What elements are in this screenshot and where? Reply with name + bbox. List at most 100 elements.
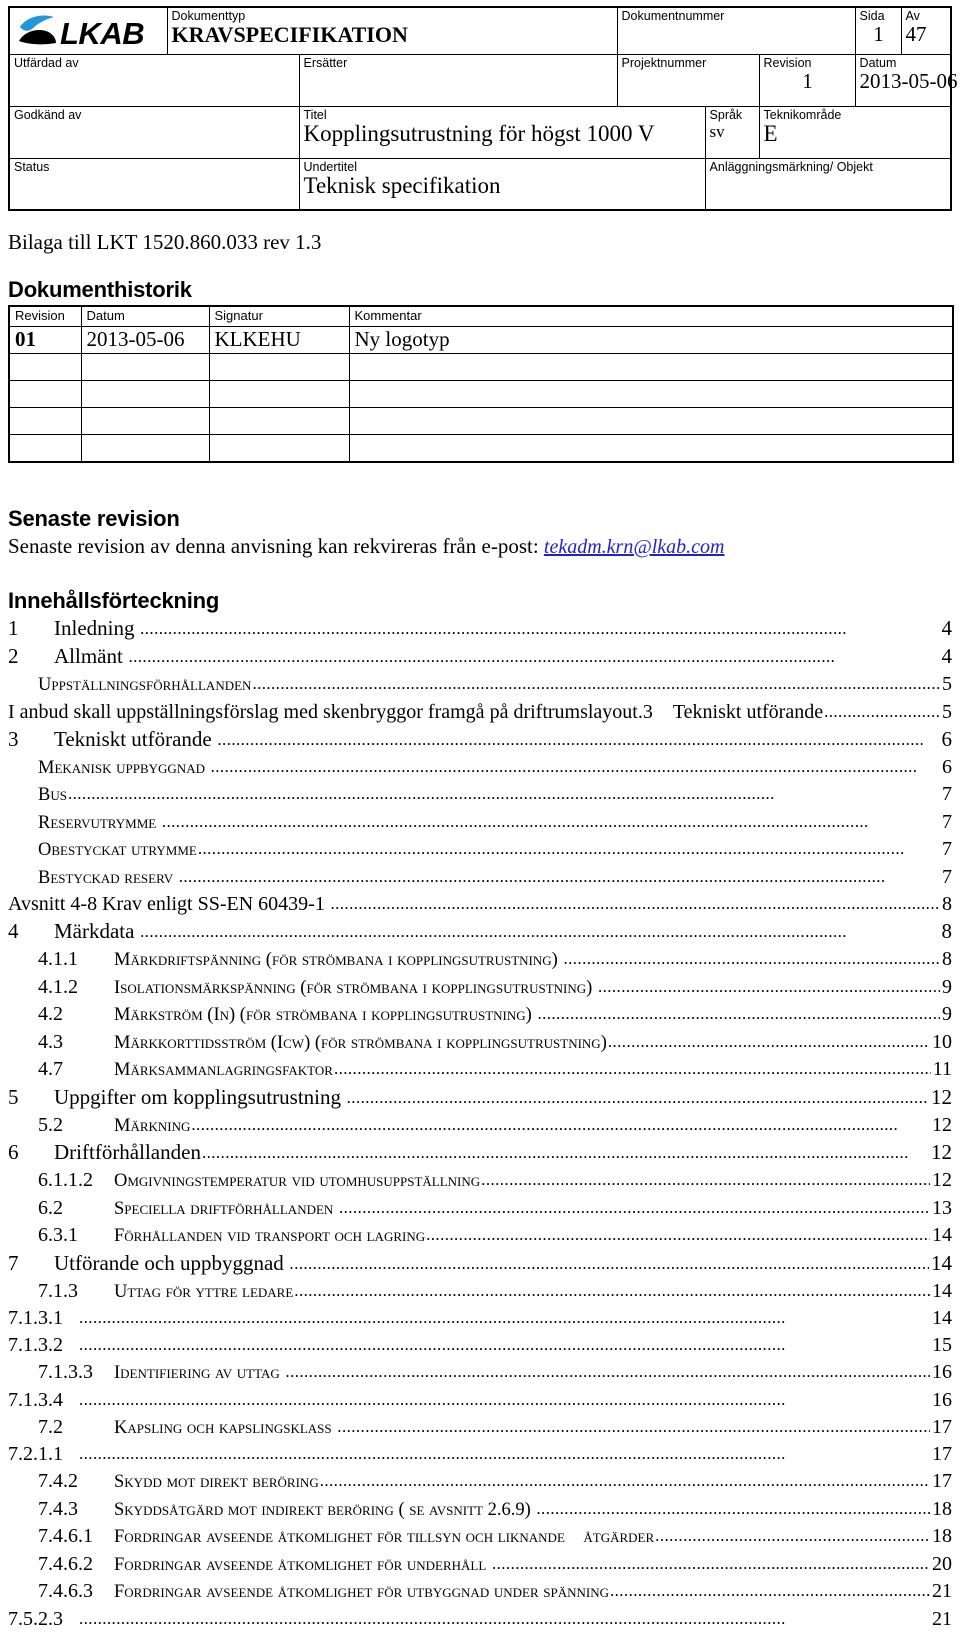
toc-entry[interactable]: Bus ....................................… bbox=[8, 781, 952, 809]
toc-leader: ........................................… bbox=[191, 1115, 899, 1133]
toc-entry[interactable]: 7.2 Kapsling och kapslingsklass ........… bbox=[8, 1413, 952, 1441]
toc-entry[interactable]: 7.4.6.3 Fordringar avseende åtkomlighet … bbox=[8, 1578, 952, 1606]
toc-leader: ........................................… bbox=[135, 923, 847, 941]
toc-entry[interactable]: Uppställningsförhållanden ..............… bbox=[8, 671, 952, 699]
toc-entry[interactable]: Mekanisk uppbyggnad ....................… bbox=[8, 753, 952, 781]
toc-entry[interactable]: 7.2.1.1 ................................… bbox=[8, 1441, 952, 1468]
toc-entry[interactable]: 3 Tekniskt utförande ...................… bbox=[8, 725, 952, 753]
toc-entry[interactable]: 4.7 Märksammanlagringsfaktor ...........… bbox=[8, 1056, 952, 1084]
col-header-signatur: Signatur bbox=[208, 305, 350, 328]
toc-entry[interactable]: 7.1.3.1 ................................… bbox=[8, 1305, 952, 1332]
toc-number: 7.1.3.2 bbox=[8, 1334, 63, 1357]
toc-page: 16 bbox=[932, 1388, 952, 1411]
toc-entry[interactable]: Bestyckad reserv .......................… bbox=[8, 863, 952, 891]
toc-title: Tekniskt utförande bbox=[54, 726, 212, 751]
toc-entry[interactable]: 4.1.2 Isolationsmärkspänning (för strömb… bbox=[8, 973, 952, 1001]
toc-page: 18 bbox=[932, 1497, 952, 1520]
toc-page: 14 bbox=[932, 1279, 952, 1302]
header-table: LKAB Dokumenttyp KRAVSPECIFIKATION Dokum… bbox=[8, 6, 958, 211]
toc-page: 21 bbox=[932, 1607, 952, 1630]
toc-number: 6.1.1.2 bbox=[38, 1169, 93, 1192]
toc-entry[interactable]: 7.1.3 Uttag för yttre ledare ...........… bbox=[8, 1277, 952, 1305]
toc-entry[interactable]: Reservutrymme ..........................… bbox=[8, 808, 952, 836]
cell-revision bbox=[8, 407, 82, 436]
toc-leader: ........................................… bbox=[338, 1198, 930, 1216]
cell-signatur bbox=[208, 380, 350, 409]
toc-entry[interactable]: 7.1.3.4 ................................… bbox=[8, 1386, 952, 1413]
toc-entry[interactable]: 7.5.2.3 ................................… bbox=[8, 1605, 952, 1632]
toc-title: Uttag för yttre ledare bbox=[114, 1281, 294, 1302]
toc-entry[interactable]: 6.3.1 Förhållanden vid transport och lag… bbox=[8, 1222, 952, 1250]
titel-cell: Titel Kopplingsutrustning för högst 1000… bbox=[298, 105, 706, 159]
svg-text:LKAB: LKAB bbox=[60, 16, 144, 51]
toc-entry[interactable]: 7.4.6.2 Fordringar avseende åtkomlighet … bbox=[8, 1550, 952, 1578]
toc-entry[interactable]: 4.3 Märkkorttidsström (Icw) (för strömba… bbox=[8, 1028, 952, 1056]
toc-number: 7.1.3 bbox=[38, 1279, 78, 1302]
toc-leader: ........................................… bbox=[212, 730, 925, 748]
teknikomrade-value: E bbox=[763, 120, 778, 146]
table-row bbox=[8, 407, 954, 436]
toc-leader: ........................................… bbox=[330, 895, 940, 913]
toc-page: 9 bbox=[942, 1003, 952, 1026]
toc-number: 5 bbox=[8, 1084, 19, 1109]
dokumenthistorik-table: Revision Datum Signatur Kommentar 01 201… bbox=[8, 305, 954, 463]
table-of-contents: 1 Inledning ............................… bbox=[8, 615, 952, 1632]
toc-entry[interactable]: 7.1.3.3 Identifiering av uttag .........… bbox=[8, 1359, 952, 1387]
toc-entry[interactable]: 7 Utförande och uppbyggnad .............… bbox=[8, 1249, 952, 1277]
toc-entry[interactable]: 6.2 Speciella driftförhållanden ........… bbox=[8, 1194, 952, 1222]
toc-number: 1 bbox=[8, 616, 19, 641]
email-link[interactable]: tekadm.krn@lkab.com bbox=[544, 536, 725, 558]
utfardad-cell: Utfärdad av bbox=[8, 53, 300, 107]
senaste-revision-heading: Senaste revision bbox=[8, 505, 180, 531]
sprak-value: sv bbox=[709, 121, 725, 141]
header-row-1: LKAB Dokumenttyp KRAVSPECIFIKATION Dokum… bbox=[8, 6, 952, 55]
toc-entry[interactable]: 1 Inledning ............................… bbox=[8, 615, 952, 643]
dokumenttyp-cell: Dokumenttyp KRAVSPECIFIKATION bbox=[166, 6, 618, 55]
toc-entry[interactable]: 7.4.6.1 Fordringar avseende åtkomlighet … bbox=[8, 1523, 952, 1551]
toc-page: 17 bbox=[932, 1443, 952, 1466]
cell-signatur: KLKEHU bbox=[208, 326, 350, 355]
toc-number: 6 bbox=[8, 1140, 19, 1165]
toc-leader: ........................................… bbox=[174, 867, 886, 885]
toc-entry[interactable]: Avsnitt 4-8 Krav enligt SS-EN 60439-1 ..… bbox=[8, 891, 952, 918]
toc-entry[interactable]: 5 Uppgifter om kopplingsutrustning .....… bbox=[8, 1083, 952, 1111]
toc-number: 4.1.1 bbox=[38, 948, 78, 971]
projektnummer-cell: Projektnummer bbox=[616, 53, 760, 107]
toc-entry[interactable]: 6.1.1.2 Omgivningstemperatur vid utomhus… bbox=[8, 1167, 952, 1195]
toc-entry[interactable]: I anbud skall uppställningsförslag med s… bbox=[8, 698, 952, 725]
toc-entry[interactable]: 7.4.3 Skyddsåtgärd mot indirekt beröring… bbox=[8, 1495, 952, 1523]
col-header-datum: Datum bbox=[80, 305, 210, 328]
toc-page: 18 bbox=[932, 1525, 952, 1548]
toc-entry[interactable]: 5.2 Märkning ...........................… bbox=[8, 1111, 952, 1139]
toc-leader: ........................................… bbox=[67, 785, 775, 803]
toc-page: 5 bbox=[942, 700, 952, 723]
datum-cell: Datum 2013-05-06 bbox=[854, 53, 958, 107]
toc-entry[interactable]: 7.4.2 Skydd mot direkt beröring ........… bbox=[8, 1468, 952, 1496]
toc-title: Fordringar avseende åtkomlighet för utby… bbox=[114, 1582, 609, 1603]
toc-title: Märkkorttidsström (Icw) (för strömbana i… bbox=[114, 1032, 607, 1053]
toc-leader: ........................................… bbox=[201, 1144, 909, 1162]
toc-leader: ........................................… bbox=[655, 1527, 930, 1545]
toc-leader: ........................................… bbox=[197, 840, 905, 858]
toc-page: 7 bbox=[942, 783, 952, 806]
toc-number: 7.5.2.3 bbox=[8, 1607, 63, 1630]
toc-entry[interactable]: 4.1.1 Märkdriftspänning (för strömbana i… bbox=[8, 946, 952, 974]
senaste-revision-text: Senaste revision av denna anvisning kan … bbox=[8, 534, 952, 559]
toc-page: 14 bbox=[932, 1224, 952, 1247]
dokumentnummer-label: Dokumentnummer bbox=[621, 9, 725, 23]
header-row-2: Utfärdad av Ersätter Projektnummer Revis… bbox=[8, 53, 958, 107]
toc-number: 7.1.3.1 bbox=[8, 1307, 63, 1330]
toc-title: Utförande och uppbyggnad bbox=[54, 1250, 284, 1275]
toc-leader: ........................................… bbox=[79, 1336, 786, 1354]
toc-entry[interactable]: 7.1.3.2 ................................… bbox=[8, 1332, 952, 1359]
av-label: Av bbox=[905, 9, 920, 23]
toc-entry[interactable]: 4.2 Märkström (In) (för strömbana i kopp… bbox=[8, 1001, 952, 1029]
toc-leader: ........................................… bbox=[284, 1254, 929, 1272]
toc-number: 7.4.6.1 bbox=[38, 1525, 93, 1548]
toc-entry[interactable]: Obestyckat utrymme .....................… bbox=[8, 836, 952, 864]
toc-entry[interactable]: 6 Driftförhållanden ....................… bbox=[8, 1139, 952, 1167]
toc-leader: ........................................… bbox=[205, 757, 918, 775]
cell-signatur bbox=[208, 434, 350, 463]
toc-entry[interactable]: 2 Allmänt ..............................… bbox=[8, 643, 952, 671]
toc-entry[interactable]: 4 Märkdata .............................… bbox=[8, 918, 952, 946]
